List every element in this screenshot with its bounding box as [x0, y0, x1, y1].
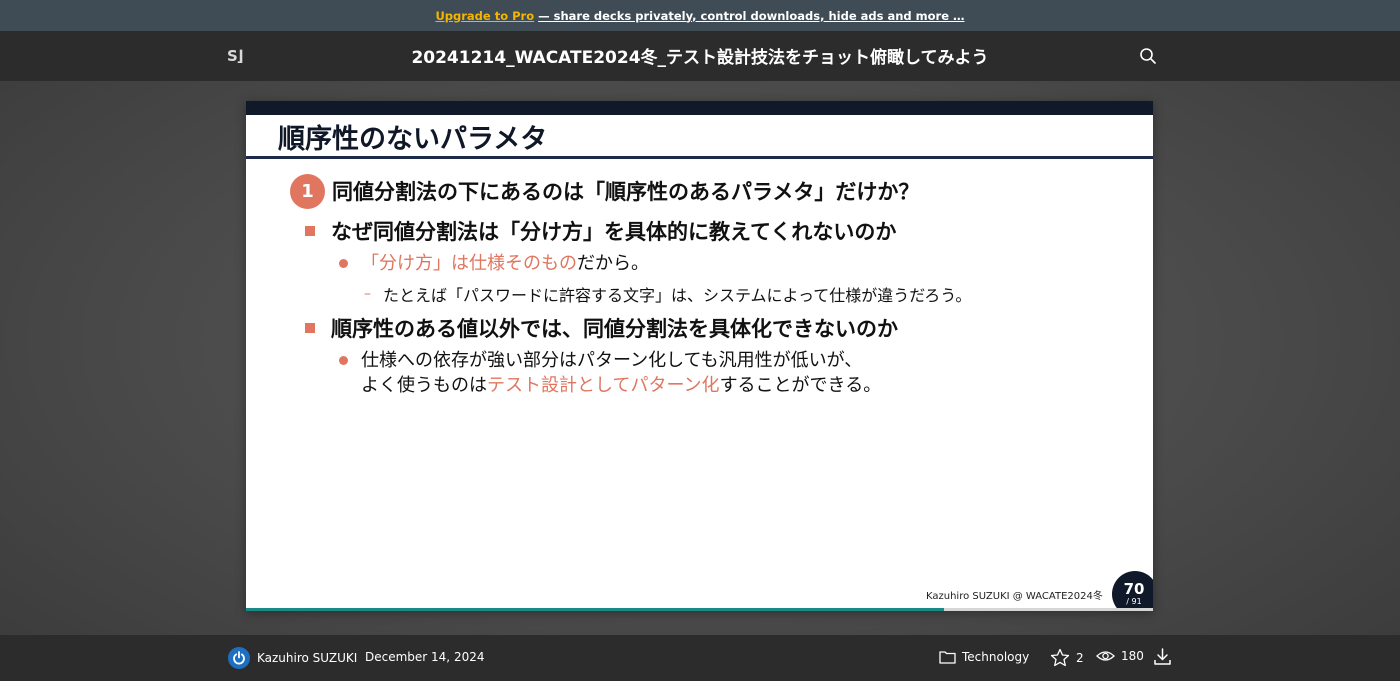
bullet-text: 順序性のある値以外では、同値分割法を具体化できないのか [331, 317, 898, 341]
bullet-dot: 仕様への依存が強い部分はパターン化しても汎用性が低いが、 よく使うものはテスト設… [339, 348, 881, 398]
sub-bullet-line: よく使うものはテスト設計としてパターン化することができる。 [361, 373, 881, 398]
author-link[interactable]: Kazuhiro SUZUKI [228, 647, 357, 669]
top-header: S⌋ 20241214_WACATE2024冬_テスト設計技法をチョット俯瞰して… [0, 31, 1400, 81]
power-icon [233, 651, 245, 665]
eye-icon [1096, 651, 1115, 661]
publish-date: December 14, 2024 [365, 650, 485, 664]
numbered-point-text: 同値分割法の下にあるのは「順序性のあるパラメタ」だけか？ [332, 180, 920, 204]
plain-text: よく使うものは [361, 375, 487, 396]
star-count: 2 [1076, 650, 1084, 665]
page-total: / 91 [1126, 597, 1142, 606]
search-icon [1140, 48, 1156, 64]
bullet-dash: – たとえば「パスワードに許容する文字」は、システムによって仕様が違うだろう。 [364, 282, 971, 306]
sub-bullet-text: 「分け方」は仕様そのものだから。 [361, 251, 649, 276]
slide-top-bar [246, 101, 1153, 115]
accent-text: 「分け方」は仕様そのもの [361, 253, 577, 274]
view-count: 180 [1121, 649, 1144, 663]
accent-text: テスト設計としてパターン化 [487, 375, 720, 396]
upgrade-to-pro-link[interactable]: Upgrade to Pro [435, 9, 534, 23]
sub-bullet-text: 仕様への依存が強い部分はパターン化しても汎用性が低いが、 よく使うものはテスト設… [361, 348, 881, 398]
slide-footer: Kazuhiro SUZUKI @ WACATE2024冬 [926, 591, 1103, 602]
dot-bullet-icon [339, 356, 348, 365]
square-bullet-icon [305, 323, 315, 333]
plain-text: だから。 [577, 253, 649, 274]
views: 180 [1096, 649, 1144, 663]
slide-title: 順序性のないパラメタ [278, 124, 548, 155]
speakerdeck-logo[interactable]: S⌋ [227, 47, 253, 65]
bullet-square: なぜ同値分割法は「分け方」を具体的に教えてくれないのか [305, 216, 896, 246]
download-icon [1154, 648, 1171, 665]
promo-description-link[interactable]: — share decks privately, control downloa… [538, 9, 964, 23]
slide-progress-fill [246, 608, 944, 611]
page-number-badge: 70 / 91 [1112, 571, 1153, 611]
sub-sub-bullet-text: たとえば「パスワードに許容する文字」は、システムによって仕様が違うだろう。 [383, 286, 972, 305]
slide-progress-bar[interactable] [246, 608, 1153, 611]
star-button[interactable]: 2 [1050, 648, 1084, 667]
plain-text: することができる。 [719, 375, 882, 396]
promo-banner: Upgrade to Pro — share decks privately, … [0, 0, 1400, 31]
numbered-point: 1 同値分割法の下にあるのは「順序性のあるパラメタ」だけか？ [290, 173, 919, 209]
slide-viewer[interactable]: 順序性のないパラメタ 1 同値分割法の下にあるのは「順序性のあるパラメタ」だけか… [246, 101, 1153, 611]
bottom-bar: Kazuhiro SUZUKI December 14, 2024 Techno… [0, 635, 1400, 681]
deck-title: 20241214_WACATE2024冬_テスト設計技法をチョット俯瞰してみよう [411, 48, 989, 68]
category-link[interactable]: Technology [939, 650, 1029, 664]
bullet-text: なぜ同値分割法は「分け方」を具体的に教えてくれないのか [331, 220, 897, 244]
author-name: Kazuhiro SUZUKI [257, 651, 358, 665]
square-bullet-icon [305, 226, 315, 236]
search-button[interactable] [1139, 47, 1159, 67]
avatar [228, 647, 250, 669]
bullet-square: 順序性のある値以外では、同値分割法を具体化できないのか [305, 313, 898, 343]
download-button[interactable] [1153, 647, 1178, 666]
star-icon [1050, 648, 1070, 667]
number-badge: 1 [290, 173, 325, 209]
dash-bullet-icon: – [364, 286, 371, 302]
dot-bullet-icon [339, 259, 348, 268]
page-current: 70 [1123, 580, 1145, 598]
category-label: Technology [962, 650, 1030, 664]
bullet-dot: 「分け方」は仕様そのものだから。 [339, 251, 649, 276]
sub-bullet-line: 仕様への依存が強い部分はパターン化しても汎用性が低いが、 [361, 350, 863, 371]
folder-icon [939, 651, 956, 664]
slide-title-rule [246, 156, 1153, 159]
